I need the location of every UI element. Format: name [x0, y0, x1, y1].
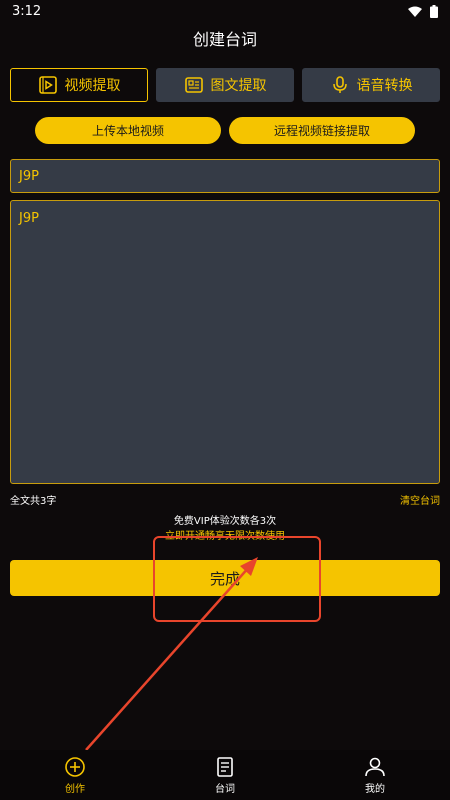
profile-person-icon [365, 757, 385, 776]
vip-notice: 免费VIP体验次数各3次 立即开通畅享无限次数使用 [0, 514, 450, 544]
stats-row: 全文共3字 清空台词 [10, 492, 440, 507]
image-text-icon [184, 77, 203, 93]
tab-label: 图文提取 [210, 78, 267, 94]
nav-label: 创作 [65, 783, 85, 795]
tab-image-text-extract[interactable]: 图文提取 [156, 68, 294, 102]
nav-profile[interactable]: 我的 [335, 756, 415, 795]
vip-open-link[interactable]: 立即开通畅享无限次数使用 [0, 529, 450, 544]
nav-create[interactable]: 创作 [35, 756, 115, 795]
create-plus-icon [65, 756, 85, 777]
battery-icon [430, 4, 438, 18]
video-extract-icon [38, 76, 57, 94]
tab-label: 语音转换 [356, 78, 413, 94]
nav-label: 我的 [365, 783, 385, 795]
upload-local-video-button[interactable]: 上传本地视频 [35, 117, 221, 144]
status-icons [408, 4, 438, 18]
char-count: 全文共3字 [10, 496, 57, 507]
clear-script-button[interactable]: 清空台词 [400, 492, 440, 507]
script-textarea[interactable]: J9P [10, 200, 440, 484]
title-input[interactable]: J9P [10, 159, 440, 193]
wifi-icon [408, 6, 422, 17]
status-time: 3:12 [12, 3, 42, 19]
status-bar: 3:12 [0, 0, 450, 22]
tab-label: 视频提取 [64, 78, 121, 94]
mode-tabs: 视频提取 图文提取 语音转换 [10, 68, 440, 102]
bottom-nav: 创作 台词 我的 [0, 750, 450, 800]
microphone-icon [332, 76, 347, 93]
script-document-icon [217, 756, 233, 777]
nav-scripts[interactable]: 台词 [185, 756, 265, 795]
nav-label: 台词 [215, 783, 235, 795]
done-button[interactable]: 完成 [10, 560, 440, 596]
tab-voice-convert[interactable]: 语音转换 [302, 68, 440, 102]
tab-video-extract[interactable]: 视频提取 [10, 68, 148, 102]
vip-free-trial-text: 免费VIP体验次数各3次 [173, 516, 277, 527]
page-title: 创建台词 [192, 30, 257, 49]
upload-actions: 上传本地视频 远程视频链接提取 [35, 117, 415, 144]
remote-video-link-button[interactable]: 远程视频链接提取 [229, 117, 415, 144]
